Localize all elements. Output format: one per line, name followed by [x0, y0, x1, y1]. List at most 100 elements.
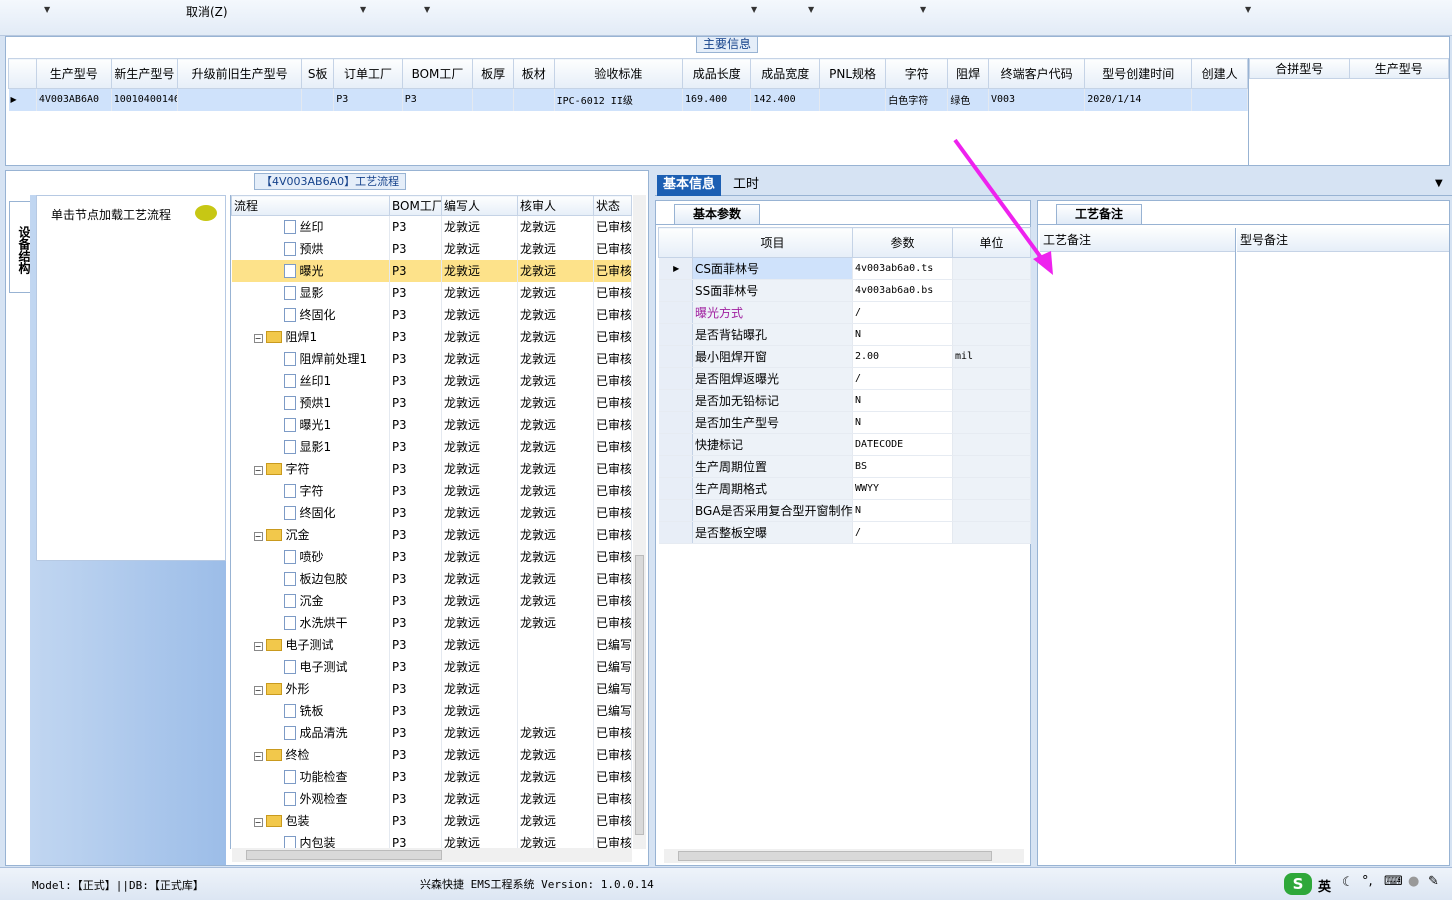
column-header[interactable]: 流程 [231, 195, 390, 216]
tab-work-hours[interactable]: 工时 [727, 175, 765, 196]
column-header[interactable]: 合拼型号 [1249, 58, 1350, 79]
ime-logo-icon[interactable]: S [1284, 873, 1312, 895]
tree-row[interactable]: 电子测试 P3 龙敦远 已编写 [231, 655, 632, 678]
table-cell[interactable]: P3 [402, 88, 474, 111]
horizontal-scrollbar[interactable] [232, 848, 632, 862]
param-row[interactable]: 是否背钻曝孔 N [658, 323, 1031, 346]
table-cell[interactable]: 142.400 [750, 88, 820, 111]
param-value[interactable]: N [852, 411, 953, 434]
column-header[interactable]: 板厚 [472, 58, 514, 89]
tree-row[interactable]: − 阻焊1 P3 龙敦远 龙敦远 已审核 [231, 325, 632, 348]
ime-language[interactable]: 英 [1318, 876, 1331, 895]
table-cell[interactable] [819, 88, 887, 111]
param-value[interactable]: 4v003ab6a0.bs [852, 279, 953, 302]
param-value[interactable]: / [852, 301, 953, 324]
column-header[interactable]: 板材 [512, 58, 555, 89]
param-value[interactable]: / [852, 521, 953, 544]
table-cell[interactable]: 4V003AB6A0 [36, 88, 112, 111]
column-header[interactable]: S板 [301, 58, 335, 89]
param-row[interactable]: 是否加无铅标记 N [658, 389, 1031, 412]
param-value[interactable]: N [852, 499, 953, 522]
param-row[interactable]: 曝光方式 / [658, 301, 1031, 324]
table-row[interactable]: ▶4V003AB6A010010400146860 P3P3 IPC-6012 II… [8, 88, 1248, 111]
dropdown-arrow-icon[interactable]: ▼ [751, 5, 757, 14]
tree-row[interactable]: 丝印 P3 龙敦远 龙敦远 已审核 [231, 215, 632, 238]
moon-icon[interactable]: ☾ [1342, 875, 1354, 890]
tree-row[interactable]: 沉金 P3 龙敦远 龙敦远 已审核 [231, 589, 632, 612]
param-row[interactable]: 是否整板空曝 / [658, 521, 1031, 544]
collapse-icon[interactable]: − [253, 532, 263, 541]
column-header[interactable]: 验收标准 [553, 58, 684, 89]
table-cell[interactable] [301, 88, 335, 111]
merge-model-grid[interactable]: 合拼型号 生产型号 [1248, 58, 1449, 165]
chevron-down-icon[interactable]: ▼ [1435, 178, 1443, 189]
process-tree[interactable]: 流程 BOM工厂 编写人 核审人 状态 丝印 P3 龙敦远 龙敦远 已审核 预烘 P3 龙敦远 龙敦远已… [230, 195, 648, 849]
tree-row[interactable]: − 字符 P3 龙敦远 龙敦远 已审核 [231, 457, 632, 480]
collapse-icon[interactable]: − [253, 466, 263, 475]
tree-row[interactable]: 预烘1 P3 龙敦远 龙敦远 已审核 [231, 391, 632, 414]
tree-row[interactable]: 板边包胶 P3 龙敦远 龙敦远 已审核 [231, 567, 632, 590]
table-cell[interactable] [177, 88, 303, 111]
collapse-icon[interactable]: − [253, 642, 263, 651]
dropdown-arrow-icon[interactable]: ▼ [920, 5, 926, 14]
column-header[interactable]: 阻焊 [947, 58, 989, 89]
table-cell[interactable]: V003 [988, 88, 1086, 111]
column-header[interactable]: 生产型号 [1348, 58, 1449, 79]
column-header[interactable]: PNL规格 [818, 58, 887, 89]
tree-row[interactable]: 成品清洗 P3 龙敦远 龙敦远 已审核 [231, 721, 632, 744]
column-header[interactable]: 状态 [593, 195, 632, 216]
horizontal-scrollbar[interactable] [664, 849, 1024, 863]
wrench-icon[interactable]: ✎ [1428, 874, 1439, 889]
dropdown-arrow-icon[interactable]: ▼ [808, 5, 814, 14]
tree-row[interactable]: 阻焊前处理1 P3 龙敦远 龙敦远 已审核 [231, 347, 632, 370]
dropdown-arrow-icon[interactable]: ▼ [44, 5, 50, 14]
collapse-icon[interactable]: − [253, 334, 263, 343]
punctuation-icon[interactable]: °, [1362, 874, 1373, 889]
tree-row[interactable]: 曝光 P3 龙敦远 龙敦远 已审核 [231, 259, 632, 282]
column-header[interactable]: 项目 [692, 227, 853, 258]
tree-row[interactable]: 丝印1 P3 龙敦远 龙敦远 已审核 [231, 369, 632, 392]
column-header[interactable]: 核审人 [517, 195, 594, 216]
table-cell[interactable] [513, 88, 555, 111]
model-grid[interactable]: 生产型号 新生产型号 升级前旧生产型号 S板 订单工厂 BOM工厂 板厚 板材 验收标准 成品长度… [8, 58, 1248, 111]
column-header[interactable]: 升级前旧生产型号 [177, 58, 303, 89]
tree-row[interactable]: 字符 P3 龙敦远 龙敦远 已审核 [231, 479, 632, 502]
param-value[interactable]: WWYY [852, 477, 953, 500]
param-value[interactable]: BS [852, 455, 953, 478]
tree-row[interactable]: − 包装 P3 龙敦远 龙敦远 已审核 [231, 809, 632, 832]
tree-row[interactable]: 预烘 P3 龙敦远 龙敦远 已审核 [231, 237, 632, 260]
param-row[interactable]: 生产周期位置 BS [658, 455, 1031, 478]
collapse-icon[interactable]: − [253, 752, 263, 761]
column-header[interactable]: 终端客户代码 [987, 58, 1086, 89]
tree-row[interactable]: 终固化 P3 龙敦远 龙敦远 已审核 [231, 501, 632, 524]
tree-row[interactable]: 内包装 P3 龙敦远 龙敦远 已审核 [231, 831, 632, 849]
tree-row[interactable]: 终固化 P3 龙敦远 龙敦远 已审核 [231, 303, 632, 326]
collapse-icon[interactable]: − [253, 818, 263, 827]
column-header[interactable]: 创建人 [1191, 58, 1248, 89]
param-value[interactable]: 2.00 [852, 345, 953, 368]
tree-row[interactable]: − 外形 P3 龙敦远 已编写 [231, 677, 632, 700]
tree-row[interactable]: 曝光1 P3 龙敦远 龙敦远 已审核 [231, 413, 632, 436]
collapse-icon[interactable]: − [253, 686, 263, 695]
tree-row[interactable]: − 电子测试 P3 龙敦远 已编写 [231, 633, 632, 656]
tree-row[interactable]: − 终检 P3 龙敦远 龙敦远 已审核 [231, 743, 632, 766]
column-header[interactable]: 订单工厂 [333, 58, 403, 89]
param-row[interactable]: 生产周期格式 WWYY [658, 477, 1031, 500]
param-row[interactable]: BGA是否采用复合型开窗制作 N [658, 499, 1031, 522]
param-value[interactable]: / [852, 367, 953, 390]
tree-row[interactable]: 显影1 P3 龙敦远 龙敦远 已审核 [231, 435, 632, 458]
column-header[interactable]: BOM工厂 [389, 195, 442, 216]
param-row[interactable]: SS面菲林号 4v003ab6a0.bs [658, 279, 1031, 302]
tree-row[interactable]: 喷砂 P3 龙敦远 龙敦远 已审核 [231, 545, 632, 568]
keyboard-icon[interactable]: ⌨ [1384, 874, 1403, 889]
tree-row[interactable]: 水洗烘干 P3 龙敦远 龙敦远 已审核 [231, 611, 632, 634]
column-header[interactable]: 字符 [885, 58, 949, 89]
table-cell[interactable]: 绿色 [947, 88, 989, 111]
table-cell[interactable]: 2020/1/14 [1084, 88, 1193, 111]
column-header[interactable]: 成品长度 [682, 58, 752, 89]
tree-row[interactable]: 外观检查 P3 龙敦远 龙敦远 已审核 [231, 787, 632, 810]
param-row[interactable]: 是否加生产型号 N [658, 411, 1031, 434]
dropdown-arrow-icon[interactable]: ▼ [1245, 5, 1251, 14]
table-cell[interactable] [1191, 88, 1248, 111]
tree-row[interactable]: − 沉金 P3 龙敦远 龙敦远 已审核 [231, 523, 632, 546]
